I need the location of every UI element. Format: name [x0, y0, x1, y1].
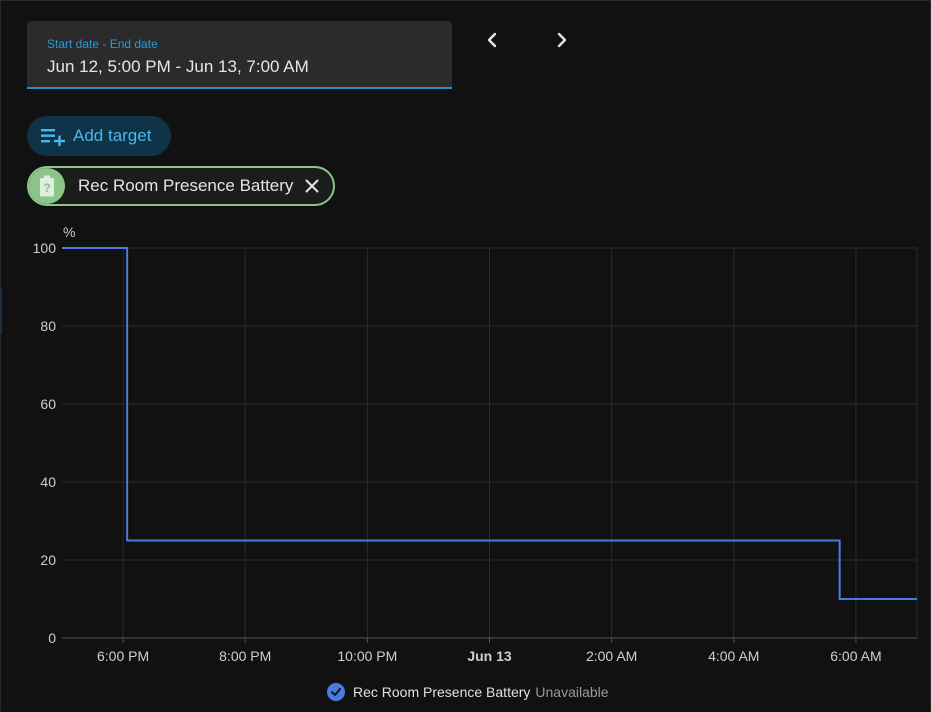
- y-tick-label: 0: [48, 630, 56, 646]
- x-tick-label: 4:00 AM: [708, 648, 759, 664]
- x-tick-label: 10:00 PM: [337, 648, 397, 664]
- legend-series-state: Unavailable: [535, 684, 609, 700]
- y-tick-label: 80: [40, 318, 56, 334]
- y-tick-label: 100: [33, 240, 57, 256]
- legend-series-name: Rec Room Presence Battery: [353, 684, 531, 700]
- y-tick-label: 20: [40, 552, 56, 568]
- y-tick-label: 40: [40, 474, 56, 490]
- x-tick-label: 8:00 PM: [219, 648, 271, 664]
- x-tick-label: 2:00 AM: [586, 648, 637, 664]
- x-tick-label: Jun 13: [467, 648, 512, 664]
- history-chart[interactable]: 0 20 40 60 80 100 6:00 PM 8:00 PM 10:00 PM Jun 13…: [0, 0, 931, 680]
- check-circle-icon: [327, 683, 345, 701]
- chart-grid: [62, 247, 918, 639]
- chart-legend-item[interactable]: Rec Room Presence Battery Unavailable: [327, 683, 609, 701]
- x-tick-label: 6:00 PM: [97, 648, 149, 664]
- x-tick-label: 6:00 AM: [830, 648, 881, 664]
- chart-axes: 0 20 40 60 80 100 6:00 PM 8:00 PM 10:00 PM Jun 13…: [33, 240, 917, 664]
- y-tick-label: 60: [40, 396, 56, 412]
- y-axis-unit: %: [63, 224, 75, 240]
